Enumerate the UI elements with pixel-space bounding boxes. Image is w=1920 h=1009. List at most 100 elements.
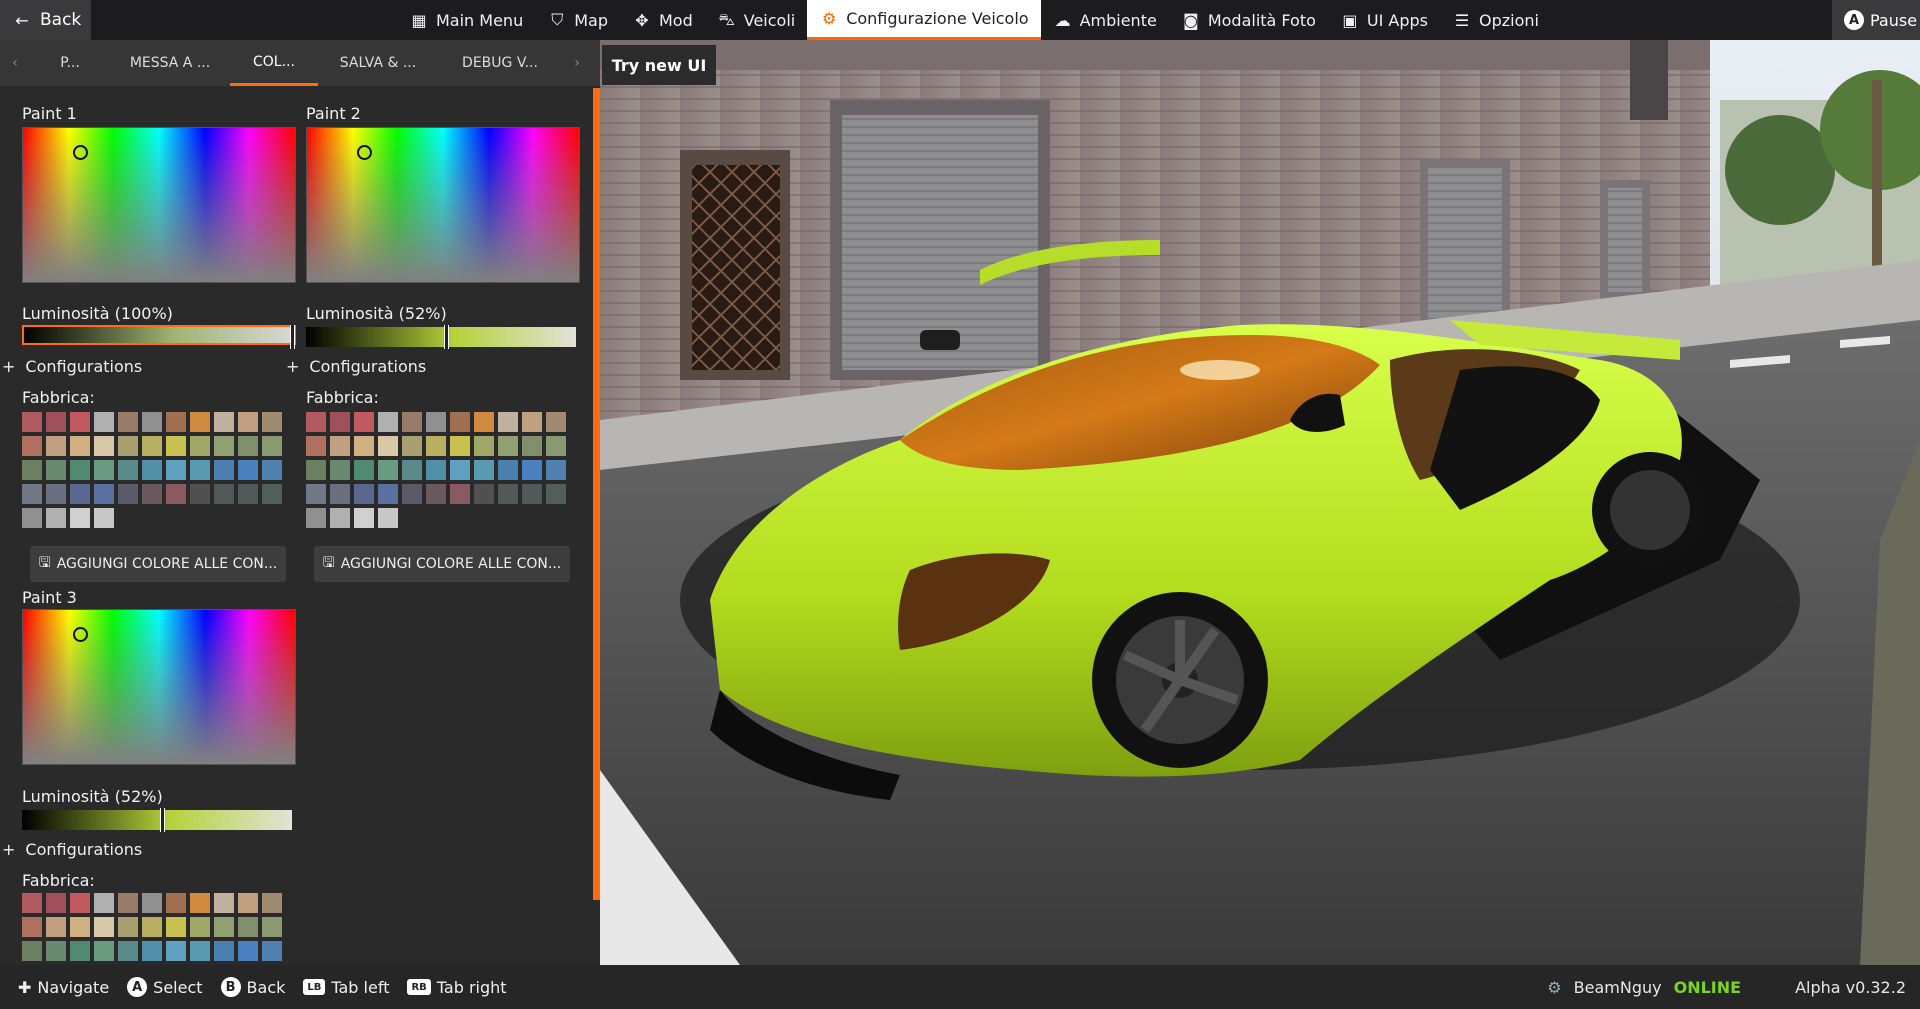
factory-color-swatch[interactable] — [94, 436, 114, 456]
nav-configurazione-veicolo[interactable]: ⚙ Configurazione Veicolo — [807, 0, 1041, 40]
factory-color-swatch[interactable] — [330, 484, 350, 504]
factory-color-swatch[interactable] — [214, 436, 234, 456]
factory-color-swatch[interactable] — [330, 460, 350, 480]
factory-color-swatch[interactable] — [118, 941, 138, 961]
factory-color-swatch[interactable] — [426, 436, 446, 456]
factory-color-swatch[interactable] — [378, 412, 398, 432]
factory-color-swatch[interactable] — [94, 917, 114, 937]
factory-color-swatch[interactable] — [46, 484, 66, 504]
factory-color-swatch[interactable] — [262, 941, 282, 961]
factory-color-swatch[interactable] — [450, 412, 470, 432]
factory-color-swatch[interactable] — [330, 436, 350, 456]
factory-color-swatch[interactable] — [306, 508, 326, 528]
factory-color-swatch[interactable] — [426, 460, 446, 480]
factory-color-swatch[interactable] — [190, 893, 210, 913]
factory-color-swatch[interactable] — [70, 412, 90, 432]
factory-color-swatch[interactable] — [238, 893, 258, 913]
paint-2-configurations-toggle[interactable]: + Configurations — [286, 357, 426, 376]
factory-color-swatch[interactable] — [190, 917, 210, 937]
subtab-tuning[interactable]: MESSA A ... — [110, 40, 230, 86]
paint-3-luminosity-handle[interactable] — [160, 808, 165, 832]
factory-color-swatch[interactable] — [22, 436, 42, 456]
factory-color-swatch[interactable] — [118, 460, 138, 480]
factory-color-swatch[interactable] — [546, 436, 566, 456]
factory-color-swatch[interactable] — [522, 436, 542, 456]
factory-color-swatch[interactable] — [354, 436, 374, 456]
factory-color-swatch[interactable] — [378, 484, 398, 504]
factory-color-swatch[interactable] — [166, 460, 186, 480]
factory-color-swatch[interactable] — [522, 484, 542, 504]
factory-color-swatch[interactable] — [214, 893, 234, 913]
factory-color-swatch[interactable] — [262, 436, 282, 456]
factory-color-swatch[interactable] — [238, 412, 258, 432]
factory-color-swatch[interactable] — [238, 941, 258, 961]
hint-back[interactable]: B Back — [220, 977, 285, 997]
factory-color-swatch[interactable] — [402, 484, 422, 504]
factory-color-swatch[interactable] — [498, 484, 518, 504]
factory-color-swatch[interactable] — [522, 460, 542, 480]
subtab-save[interactable]: SALVA & ... — [318, 40, 438, 86]
factory-color-swatch[interactable] — [498, 436, 518, 456]
factory-color-swatch[interactable] — [238, 436, 258, 456]
factory-color-swatch[interactable] — [142, 893, 162, 913]
factory-color-swatch[interactable] — [46, 460, 66, 480]
factory-color-swatch[interactable] — [70, 917, 90, 937]
factory-color-swatch[interactable] — [70, 508, 90, 528]
nav-opzioni[interactable]: ☰ Opzioni — [1440, 0, 1551, 40]
hint-select[interactable]: A Select — [127, 977, 203, 997]
paint-1-add-color-button[interactable]: 🖫 AGGIUNGI COLORE ALLE CON... — [30, 546, 286, 582]
factory-color-swatch[interactable] — [166, 436, 186, 456]
factory-color-swatch[interactable] — [166, 917, 186, 937]
hint-tab-right[interactable]: RB Tab right — [407, 978, 507, 997]
factory-color-swatch[interactable] — [166, 893, 186, 913]
factory-color-swatch[interactable] — [22, 508, 42, 528]
factory-color-swatch[interactable] — [142, 484, 162, 504]
factory-color-swatch[interactable] — [70, 941, 90, 961]
factory-color-swatch[interactable] — [214, 941, 234, 961]
factory-color-swatch[interactable] — [498, 412, 518, 432]
factory-color-swatch[interactable] — [22, 412, 42, 432]
panel-scrollbar[interactable] — [593, 88, 600, 900]
factory-color-swatch[interactable] — [330, 412, 350, 432]
factory-color-swatch[interactable] — [214, 460, 234, 480]
factory-color-swatch[interactable] — [238, 484, 258, 504]
factory-color-swatch[interactable] — [426, 412, 446, 432]
factory-color-swatch[interactable] — [354, 508, 374, 528]
paint-2-luminosity-slider[interactable] — [306, 325, 576, 349]
factory-color-swatch[interactable] — [118, 917, 138, 937]
factory-color-swatch[interactable] — [262, 460, 282, 480]
hint-tab-left[interactable]: LB Tab left — [303, 978, 389, 997]
paint-1-color-picker[interactable] — [22, 127, 296, 283]
subtab-colors[interactable]: COL... — [230, 40, 318, 86]
factory-color-swatch[interactable] — [450, 484, 470, 504]
factory-color-swatch[interactable] — [142, 917, 162, 937]
paint-1-configurations-toggle[interactable]: + Configurations — [2, 357, 142, 376]
paint-1-luminosity-handle[interactable] — [290, 325, 295, 349]
factory-color-swatch[interactable] — [118, 412, 138, 432]
paint-2-add-color-button[interactable]: 🖫 AGGIUNGI COLORE ALLE CON... — [314, 546, 570, 582]
factory-color-swatch[interactable] — [94, 412, 114, 432]
subtab-scroll-left[interactable]: ‹ — [0, 40, 30, 86]
factory-color-swatch[interactable] — [190, 460, 210, 480]
paint-1-picker-cursor[interactable] — [73, 145, 88, 160]
nav-map[interactable]: ⛉ Map — [535, 0, 620, 40]
factory-color-swatch[interactable] — [190, 484, 210, 504]
factory-color-swatch[interactable] — [214, 412, 234, 432]
factory-color-swatch[interactable] — [190, 412, 210, 432]
factory-color-swatch[interactable] — [330, 508, 350, 528]
factory-color-swatch[interactable] — [22, 893, 42, 913]
try-new-ui-button[interactable]: Try new UI — [602, 45, 716, 85]
factory-color-swatch[interactable] — [354, 484, 374, 504]
factory-color-swatch[interactable] — [70, 893, 90, 913]
factory-color-swatch[interactable] — [306, 436, 326, 456]
paint-2-color-picker[interactable] — [306, 127, 580, 283]
factory-color-swatch[interactable] — [262, 917, 282, 937]
nav-mod[interactable]: ✥ Mod — [620, 0, 705, 40]
subtab-scroll-right[interactable]: › — [562, 40, 592, 86]
factory-color-swatch[interactable] — [94, 484, 114, 504]
factory-color-swatch[interactable] — [262, 484, 282, 504]
subtab-parts[interactable]: P... — [30, 40, 110, 86]
factory-color-swatch[interactable] — [546, 460, 566, 480]
factory-color-swatch[interactable] — [46, 917, 66, 937]
nav-veicoli[interactable]: ⛍ Veicoli — [705, 0, 807, 40]
